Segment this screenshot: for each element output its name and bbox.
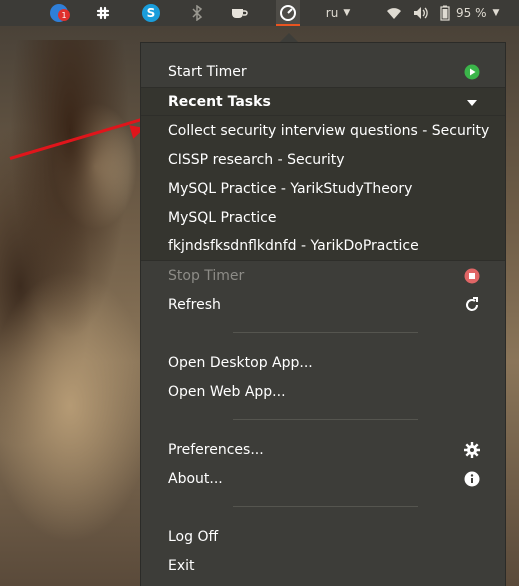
menu-item-stop-timer: Stop Timer [141,261,505,290]
recent-task-item[interactable]: fkjndsfksdnflkdnfd - YarikDoPractice [141,232,505,261]
timer-app-icon[interactable] [277,0,299,26]
menu-separator [233,419,418,420]
slack-icon[interactable] [92,0,114,26]
bluetooth-icon[interactable] [186,0,208,26]
wallpaper-figure [10,40,130,340]
menu-item-open-web-app[interactable]: Open Web App... [141,377,505,406]
coffee-cup-icon[interactable] [228,0,250,26]
recent-tasks-header[interactable]: Recent Tasks [141,87,505,116]
play-icon [464,64,480,80]
menu-separator [233,506,418,507]
recent-task-item[interactable]: Collect security interview questions - S… [141,116,505,145]
chevron-down-icon: ▼ [343,8,351,18]
wifi-icon[interactable] [384,0,404,26]
chevron-down-icon: ▼ [492,8,500,18]
volume-icon[interactable] [410,0,432,26]
menu-item-preferences[interactable]: Preferences... [141,435,505,464]
language-selector[interactable]: ru ▼ [320,0,356,26]
timer-dropdown-menu: Start Timer Recent Tasks Collect securit… [140,42,506,586]
language-label: ru [325,6,339,20]
stop-icon [464,268,480,284]
refresh-icon [464,297,480,313]
recent-task-item[interactable]: CISSP research - Security [141,145,505,174]
menu-item-exit[interactable]: Exit [141,551,505,580]
menu-item-refresh[interactable]: Refresh [141,290,505,319]
menu-item-start-timer[interactable]: Start Timer [141,57,505,86]
chevron-down-icon [464,95,480,111]
info-icon [464,471,480,487]
recent-task-item[interactable]: MySQL Practice - YarikStudyTheory [141,174,505,203]
menu-item-open-desktop-app[interactable]: Open Desktop App... [141,348,505,377]
recent-task-item[interactable]: MySQL Practice [141,203,505,232]
top-panel: 1 S ru ▼ 95 % ▼ [0,0,519,26]
notification-badge: 1 [58,9,70,21]
battery-percent: 95 % [456,6,487,20]
menu-item-about[interactable]: About... [141,464,505,493]
menu-item-log-off[interactable]: Log Off [141,522,505,551]
battery-icon [440,5,450,21]
battery-indicator[interactable]: 95 % ▼ [440,0,510,26]
menu-separator [233,332,418,333]
gear-icon [464,442,480,458]
skype-icon[interactable]: S [140,0,162,26]
